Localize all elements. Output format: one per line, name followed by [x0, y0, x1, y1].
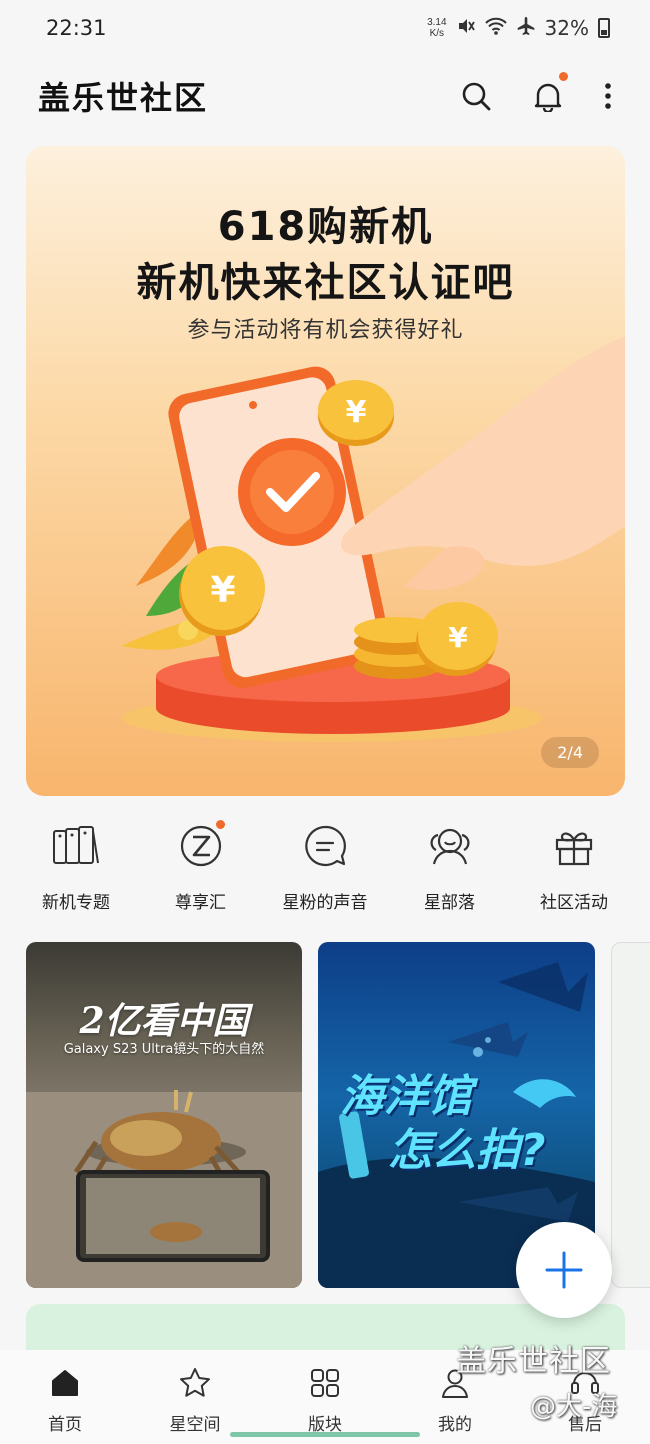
notification-dot — [559, 72, 568, 81]
feature-card-partial[interactable] — [611, 942, 650, 1288]
status-bar: 22:31 3.14 K/s 32% — [0, 0, 650, 56]
quick-nav-tribe[interactable]: 星部落 — [388, 822, 512, 922]
network-speed-value: 3.14 — [427, 17, 447, 28]
quick-nav-label: 社区活动 — [540, 893, 608, 913]
status-icons: 3.14 K/s 32% — [427, 16, 610, 40]
coin-icon: ¥ — [318, 380, 394, 446]
banner-illustration: ¥ ¥ ¥ — [121, 336, 625, 742]
z-logo-icon — [177, 820, 225, 870]
home-indicator — [230, 1432, 420, 1437]
search-button[interactable] — [458, 78, 494, 114]
gift-icon — [550, 822, 598, 870]
card-1-subtitle: Galaxy S23 Ultra镜头下的大自然 — [63, 1042, 265, 1057]
create-post-button[interactable] — [516, 1222, 612, 1318]
feature-card-china[interactable]: 2亿看中国 Galaxy S23 Ultra镜头下的大自然 — [26, 942, 302, 1288]
battery-percent: 32% — [544, 16, 589, 40]
new-phones-icon — [52, 822, 100, 870]
watermark-title: 盖乐世社区 — [456, 1344, 611, 1379]
quick-nav-new-phones[interactable]: 新机专题 — [14, 822, 138, 922]
app-title: 盖乐世社区 — [38, 79, 209, 117]
watermark-user: @大-海 — [530, 1392, 618, 1422]
badge-dot — [215, 820, 225, 829]
svg-text:¥: ¥ — [210, 570, 235, 611]
network-speed-unit: K/s — [429, 28, 445, 39]
app-bar: 盖乐世社区 — [0, 56, 650, 136]
status-time: 22:31 — [46, 16, 107, 40]
star-icon — [178, 1366, 212, 1400]
quick-nav-label: 尊享汇 — [175, 893, 226, 913]
more-vertical-icon — [605, 83, 611, 109]
group-icon — [426, 822, 474, 870]
bell-icon — [534, 83, 562, 112]
search-icon — [462, 82, 491, 111]
quick-nav-activities[interactable]: 社区活动 — [512, 822, 636, 922]
svg-text:¥: ¥ — [346, 395, 367, 430]
quick-nav-zunxianghui[interactable]: 尊享汇 — [139, 820, 263, 922]
bottom-nav-label: 星空间 — [169, 1415, 221, 1435]
more-options-button[interactable] — [602, 78, 614, 114]
promo-banner[interactable]: 618购新机 新机快来社区认证吧 参与活动将有机会获得好礼 ¥ ¥ ¥ 2/4 — [26, 146, 625, 796]
bottom-nav-home[interactable]: 首页 — [10, 1366, 120, 1444]
quick-nav-label: 新机专题 — [42, 893, 110, 913]
bottom-nav-label: 首页 — [48, 1415, 82, 1435]
grid-icon — [308, 1366, 342, 1400]
quick-nav-label: 星部落 — [424, 893, 475, 913]
wifi-icon — [484, 16, 507, 40]
card-1-title: 2亿看中国 — [79, 1000, 249, 1042]
app-actions — [458, 72, 614, 114]
plus-icon — [545, 1251, 583, 1289]
quick-nav-label: 星粉的声音 — [282, 893, 368, 913]
notification-button[interactable] — [530, 72, 568, 114]
home-icon — [48, 1366, 82, 1400]
bottom-nav-label: 我的 — [438, 1415, 472, 1435]
mute-icon — [456, 16, 476, 40]
chat-bubble-icon — [301, 822, 349, 870]
svg-text:¥: ¥ — [448, 621, 468, 654]
quick-nav-fan-voice[interactable]: 星粉的声音 — [263, 822, 387, 922]
card-2-title-line2: 怎么拍? — [388, 1125, 546, 1176]
battery-icon — [598, 18, 610, 38]
network-speed: 3.14 K/s — [427, 17, 446, 39]
airplane-icon — [516, 16, 536, 40]
quick-nav: 新机专题 尊享汇 星粉的声音 星部落 社区活动 — [14, 820, 636, 922]
banner-page-indicator: 2/4 — [541, 737, 599, 768]
